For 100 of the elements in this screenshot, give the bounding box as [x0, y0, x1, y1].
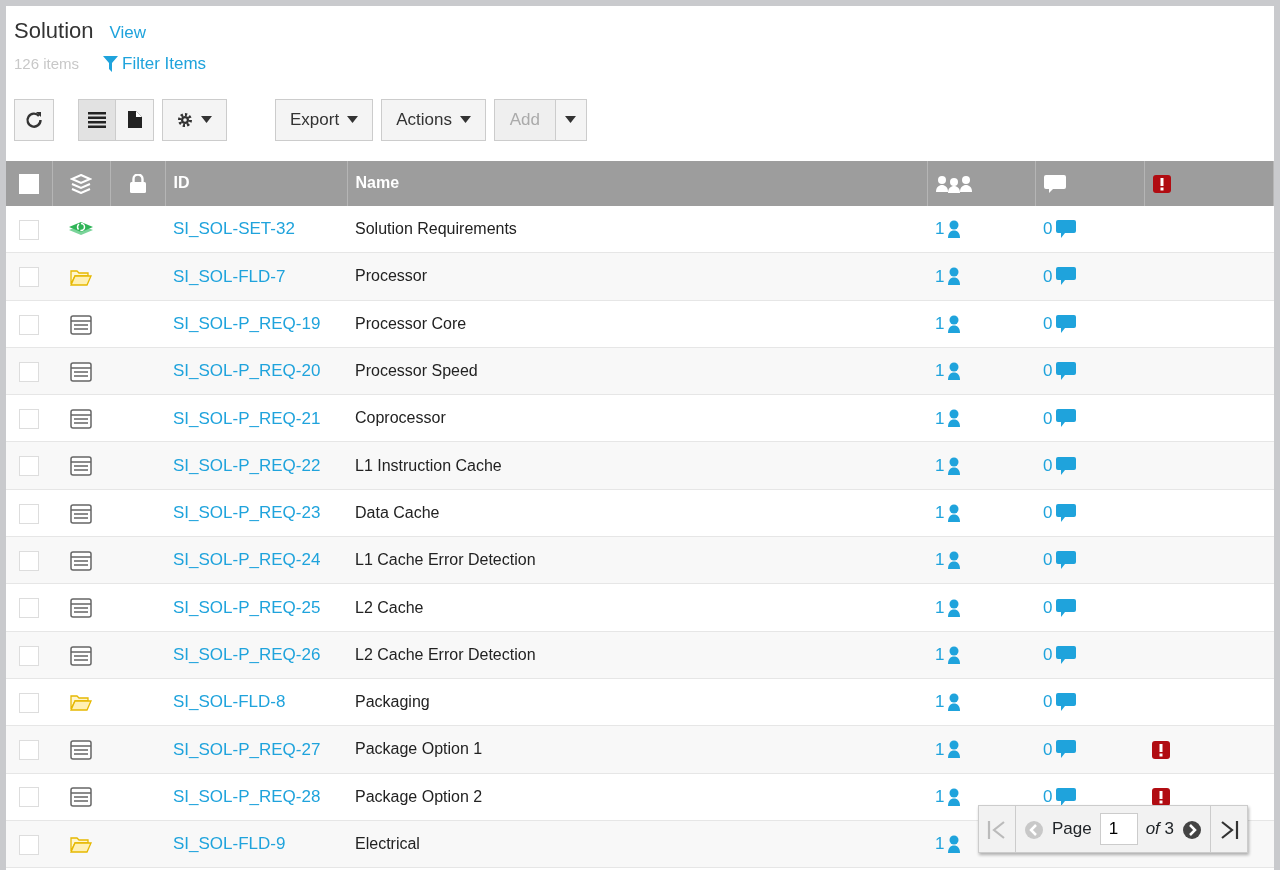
person-icon — [948, 314, 961, 333]
view-link[interactable]: View — [109, 20, 147, 46]
select-all-checkbox[interactable] — [18, 173, 39, 194]
page-label: Page — [1051, 818, 1092, 841]
item-id-link[interactable]: SI_SOL-P_REQ-25 — [173, 597, 321, 617]
row-checkbox[interactable] — [19, 787, 39, 808]
lock-icon — [129, 174, 146, 194]
comment-count[interactable]: 0 — [1043, 405, 1077, 432]
refresh-button[interactable] — [14, 98, 54, 141]
row-checkbox[interactable] — [19, 503, 39, 524]
item-id-link[interactable]: SI_SOL-P_REQ-19 — [173, 314, 321, 333]
item-name: Processor — [355, 267, 428, 285]
column-header[interactable]: ID — [173, 174, 190, 191]
document-view-button[interactable] — [116, 98, 154, 141]
list-icon — [88, 111, 106, 128]
row-checkbox[interactable] — [19, 740, 39, 761]
add-menu-button[interactable] — [555, 98, 587, 141]
folder-icon — [70, 836, 92, 854]
document-icon — [70, 645, 92, 666]
folder-icon — [70, 694, 92, 712]
row-checkbox[interactable] — [19, 692, 39, 713]
last-page-icon — [1219, 819, 1239, 840]
row-checkbox[interactable] — [19, 314, 39, 335]
watcher-count[interactable]: 1 — [935, 831, 961, 857]
item-name: Solution Requirements — [355, 219, 517, 237]
row-checkbox[interactable] — [19, 219, 39, 240]
column-header[interactable]: Name — [355, 174, 400, 191]
watcher-count[interactable]: 1 — [935, 783, 961, 810]
item-name: Coprocessor — [355, 409, 446, 427]
document-icon — [127, 111, 142, 128]
row-checkbox[interactable] — [19, 267, 39, 288]
person-icon — [948, 456, 961, 475]
person-icon — [948, 503, 961, 522]
watcher-count[interactable]: 1 — [935, 216, 961, 242]
person-icon — [948, 835, 961, 853]
comment-count[interactable]: 0 — [1043, 783, 1077, 810]
item-name: Package Option 1 — [355, 740, 483, 758]
watcher-count[interactable]: 1 — [935, 736, 961, 763]
row-checkbox[interactable] — [19, 409, 39, 430]
settings-button[interactable] — [162, 98, 227, 141]
watcher-count[interactable]: 1 — [935, 689, 961, 715]
person-icon — [948, 267, 961, 286]
comment-icon — [1056, 409, 1077, 428]
watcher-count[interactable]: 1 — [935, 594, 961, 621]
item-name: Electrical — [355, 835, 420, 852]
previous-page-icon — [1023, 819, 1044, 840]
item-name: Package Option 2 — [355, 787, 483, 805]
comment-count[interactable]: 0 — [1043, 216, 1077, 242]
watcher-count[interactable]: 1 — [935, 500, 961, 526]
layers-icon — [70, 173, 92, 194]
item-id-link[interactable]: SI_SOL-SET-32 — [173, 219, 295, 239]
comment-count[interactable]: 0 — [1043, 736, 1077, 763]
comment-count[interactable]: 0 — [1043, 547, 1077, 573]
row-checkbox[interactable] — [19, 834, 39, 855]
comment-count[interactable]: 0 — [1043, 263, 1077, 290]
page-field[interactable]: 1 — [1099, 813, 1138, 845]
person-icon — [948, 598, 961, 617]
watcher-count[interactable]: 1 — [935, 358, 961, 384]
comment-count[interactable]: 0 — [1043, 311, 1077, 337]
document-icon — [70, 787, 92, 808]
watcher-count[interactable]: 1 — [935, 311, 961, 337]
caret-icon — [347, 116, 359, 123]
actions-button[interactable]: Actions — [381, 98, 486, 141]
comment-icon — [1056, 551, 1077, 570]
person-icon — [948, 409, 961, 428]
list-view-button[interactable] — [78, 98, 116, 141]
watcher-count[interactable]: 1 — [935, 452, 961, 479]
watcher-count[interactable]: 1 — [935, 642, 961, 668]
row-checkbox[interactable] — [19, 645, 39, 666]
document-icon — [70, 551, 92, 571]
item-id-link[interactable]: SI_SOL-FLD-8 — [173, 692, 286, 712]
row-checkbox[interactable] — [19, 598, 39, 619]
row-checkbox[interactable] — [19, 551, 39, 571]
person-icon — [948, 219, 961, 238]
item-name: L1 Cache Error Detection — [355, 551, 536, 569]
row-checkbox[interactable] — [19, 456, 39, 477]
caret-icon — [565, 116, 577, 123]
item-name: L2 Cache Error Detection — [355, 645, 536, 663]
next-page-icon — [1182, 819, 1202, 840]
comment-count[interactable]: 0 — [1043, 358, 1077, 384]
first-page-icon — [986, 819, 1007, 840]
comment-count[interactable]: 0 — [1043, 594, 1077, 621]
comment-count[interactable]: 0 — [1043, 642, 1077, 668]
comment-count[interactable]: 0 — [1043, 689, 1077, 715]
item-id-link[interactable]: SI_SOL-P_REQ-21 — [173, 408, 321, 428]
watcher-count[interactable]: 1 — [935, 263, 961, 290]
comment-count[interactable]: 0 — [1043, 500, 1077, 526]
export-button[interactable]: Export — [275, 98, 374, 141]
watcher-count[interactable]: 1 — [935, 547, 961, 573]
comment-icon — [1056, 267, 1077, 286]
folder-icon — [70, 268, 92, 286]
watcher-count[interactable]: 1 — [935, 405, 961, 432]
refresh-icon — [25, 110, 43, 129]
row-checkbox[interactable] — [19, 361, 39, 382]
item-id-link[interactable]: SI_SOL-P_REQ-28 — [173, 786, 321, 806]
item-id-link[interactable]: SI_SOL-P_REQ-23 — [173, 503, 321, 523]
filter-icon — [103, 55, 119, 72]
item-name: L1 Instruction Cache — [355, 456, 502, 474]
filter-link[interactable]: Filter Items — [103, 51, 207, 77]
comment-count[interactable]: 0 — [1043, 452, 1077, 479]
